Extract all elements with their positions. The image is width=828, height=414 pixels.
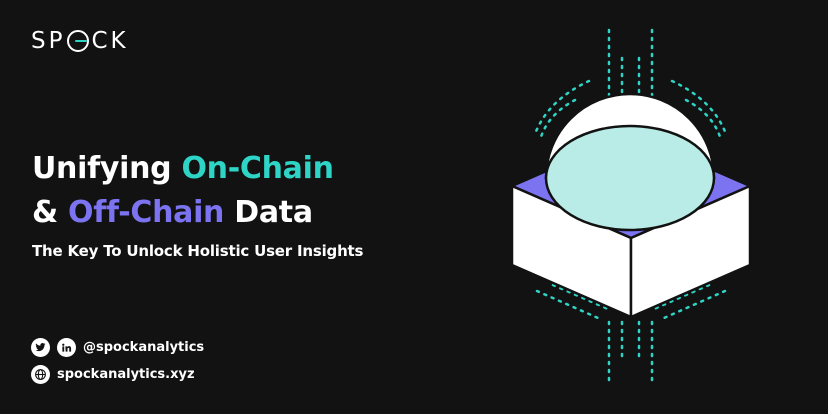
dome-base-ellipse — [544, 124, 716, 232]
dome — [544, 92, 716, 232]
data-unification-illustration — [510, 28, 752, 386]
